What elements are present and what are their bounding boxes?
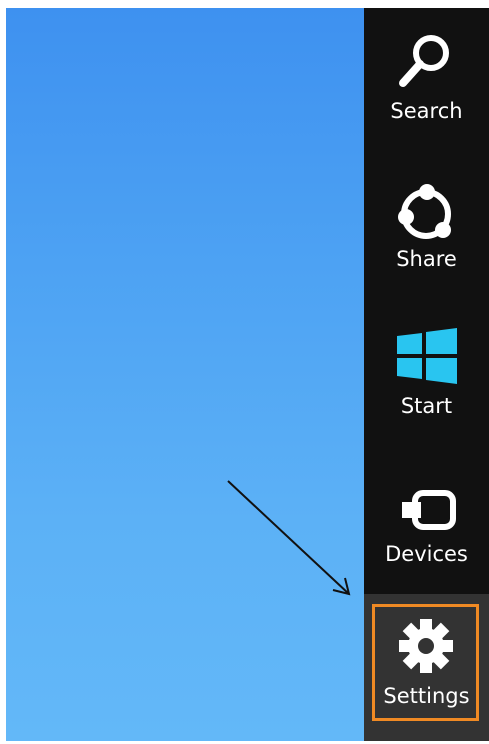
charm-start[interactable]: Start	[364, 303, 489, 451]
desktop-background	[6, 8, 364, 741]
charm-share[interactable]: Share	[364, 156, 489, 304]
charms-bar: Search Share Start Devices Settings	[364, 8, 489, 741]
search-icon	[399, 35, 449, 87]
charm-devices[interactable]: Devices	[364, 451, 489, 599]
screen-frame: Search Share Start Devices Settings	[6, 8, 489, 741]
charm-settings[interactable]: Settings	[364, 594, 489, 741]
charm-settings-label: Settings	[383, 684, 470, 708]
windows-logo-icon	[397, 328, 457, 384]
share-icon	[398, 184, 451, 239]
charm-search[interactable]: Search	[364, 8, 489, 156]
devices-icon	[402, 490, 456, 530]
charm-devices-label: Devices	[385, 542, 468, 566]
charm-start-label: Start	[400, 394, 453, 418]
charm-search-label: Search	[390, 99, 463, 123]
charm-share-label: Share	[396, 247, 457, 271]
gear-icon	[399, 619, 453, 673]
